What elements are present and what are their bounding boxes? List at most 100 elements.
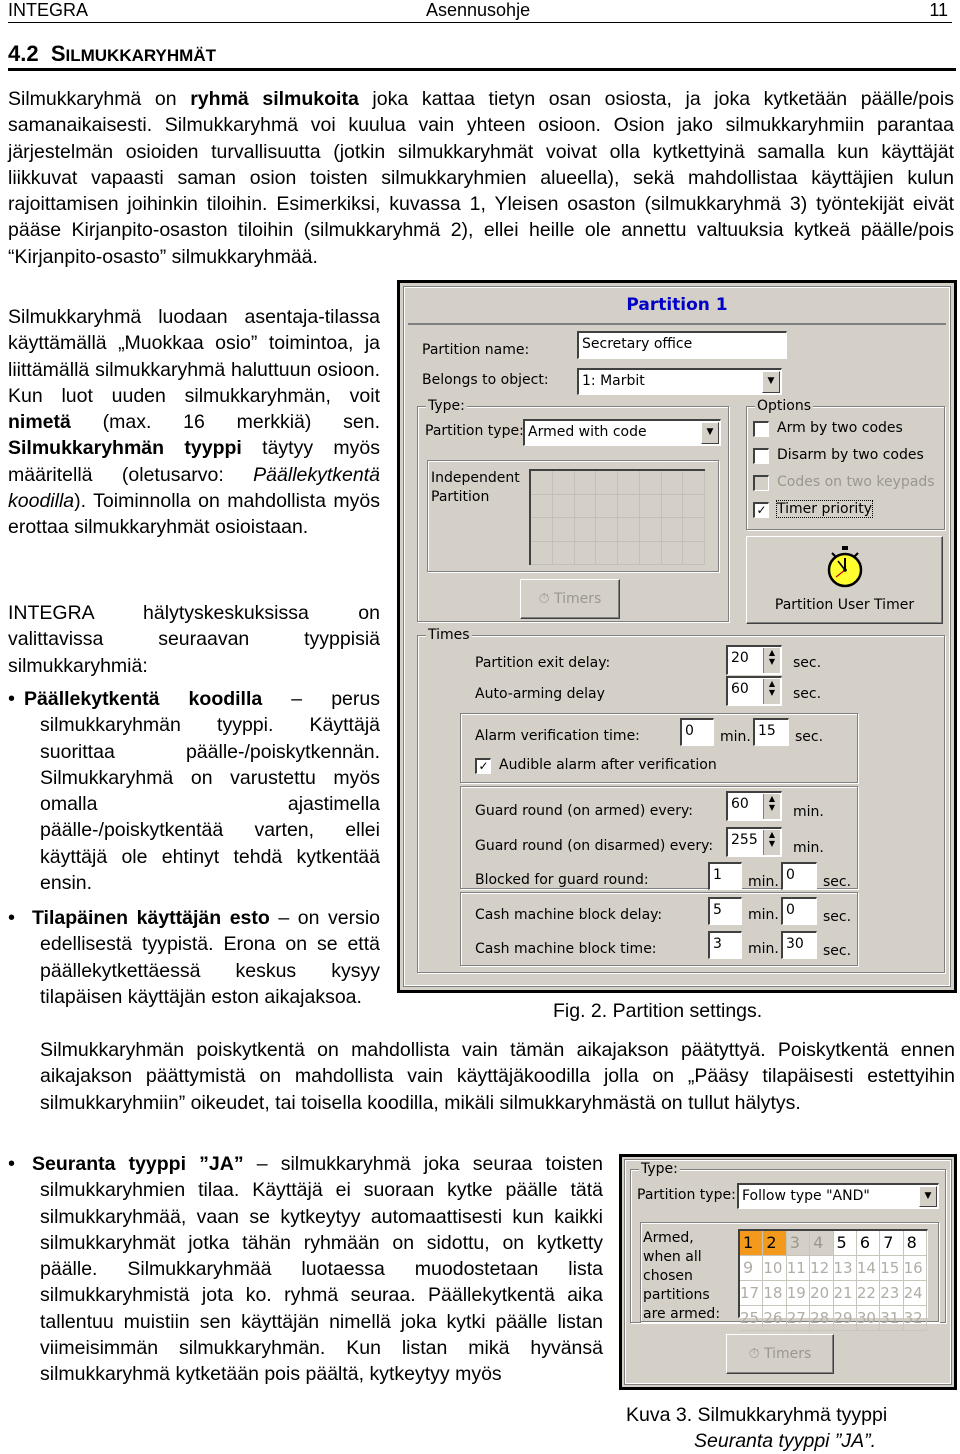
partition-cell-10[interactable]: 10	[763, 1256, 787, 1281]
follow-type-dialog: Type: Partition type: Follow type "AND" …	[619, 1154, 957, 1390]
select-value: Armed with code	[528, 424, 647, 440]
partition-cell-17[interactable]: 17	[740, 1281, 764, 1306]
alarm-verification-min-input[interactable]: 0	[680, 718, 714, 746]
partition-cell-1[interactable]: 1	[740, 1231, 764, 1256]
stopwatch-icon	[827, 546, 863, 588]
bullet-icon: •	[8, 907, 16, 929]
bullet-title: Seuranta tyyppi ”JA”	[32, 1153, 244, 1175]
partition-cell-13[interactable]: 13	[833, 1256, 857, 1281]
partition-cell-6[interactable]: 6	[856, 1231, 881, 1256]
cash-time-min-input[interactable]: 3	[708, 931, 742, 959]
button-label: Partition User Timer	[774, 597, 915, 613]
bold-text: nimetä	[8, 411, 71, 434]
section-title-rest: ILMUKKARYHMÄT	[65, 46, 216, 65]
belongs-to-object-select[interactable]: 1: Marbit ▼	[577, 368, 782, 395]
guard-disarmed-spinner[interactable]: 255 ▲ ▼	[726, 827, 782, 857]
partition-cell-28[interactable]: 28	[810, 1306, 834, 1331]
checkmark-icon[interactable]: ✓	[753, 502, 769, 518]
exit-delay-spinner[interactable]: 20 ▲ ▼	[726, 645, 782, 675]
type-group: Type: Partition type: Armed with code ▼ …	[417, 398, 729, 622]
guard-armed-label: Guard round (on armed) every:	[475, 803, 693, 819]
exit-delay-label: Partition exit delay:	[475, 655, 611, 671]
spin-arrows-icon[interactable]: ▲ ▼	[763, 830, 780, 855]
partition-cell-16[interactable]: 16	[903, 1256, 927, 1281]
partition-cell-31[interactable]: 31	[880, 1306, 904, 1331]
partition-cell-21[interactable]: 21	[833, 1281, 857, 1306]
partition-cell-3[interactable]: 3	[786, 1231, 811, 1256]
partition-cell-32[interactable]: 32	[903, 1306, 927, 1331]
section-title-first: S	[50, 41, 66, 66]
cash-delay-min-input[interactable]: 5	[708, 897, 742, 925]
partition-cell-26[interactable]: 26	[763, 1306, 787, 1331]
blocked-guard-label: Blocked for guard round:	[475, 872, 649, 888]
bullet-title: Päällekytkentä koodilla	[24, 688, 263, 710]
type-group-title: Type:	[639, 1161, 680, 1177]
blocked-guard-sec-input[interactable]: 0	[781, 862, 817, 890]
intro-paragraph: Silmukkaryhmä on ryhmä silmukoita joka k…	[8, 86, 954, 270]
auto-arming-label: Auto-arming delay	[475, 686, 605, 702]
cash-time-sec-input[interactable]: 30	[781, 931, 817, 959]
chevron-down-icon[interactable]: ▼	[701, 422, 719, 444]
partition-user-timer-button[interactable]: Partition User Timer	[746, 536, 943, 624]
partition-cell-24[interactable]: 24	[903, 1281, 927, 1306]
partition-cell-22[interactable]: 22	[856, 1281, 881, 1306]
guard-armed-spinner[interactable]: 60 ▲ ▼	[726, 791, 782, 821]
partition-cell-30[interactable]: 30	[856, 1306, 881, 1331]
bullet-continuation: Silmukkaryhmän poiskytkentä on mahdollis…	[40, 1039, 955, 1114]
page-header: INTEGRA Asennusohje 11	[8, 0, 952, 23]
partition-cell-7[interactable]: 7	[880, 1231, 904, 1256]
cash-delay-sec-input[interactable]: 0	[781, 897, 817, 925]
checkbox[interactable]	[753, 475, 769, 491]
partition-cell-23[interactable]: 23	[880, 1281, 904, 1306]
unit-label: min.	[748, 874, 779, 890]
partition-name-input[interactable]: Secretary office	[577, 331, 787, 359]
partition-cell-12[interactable]: 12	[810, 1256, 834, 1281]
guard-disarmed-label: Guard round (on disarmed) every:	[475, 838, 714, 854]
partition-type-select[interactable]: Follow type "AND" ▼	[737, 1183, 939, 1209]
partition-cell-27[interactable]: 27	[786, 1306, 811, 1331]
timers-button[interactable]: ⏱ Timers	[726, 1334, 834, 1374]
checkbox[interactable]	[753, 421, 769, 437]
partition-cell-8[interactable]: 8	[903, 1231, 927, 1256]
partition-grid-panel: Independent Partition	[427, 460, 719, 572]
unit-label: min.	[748, 907, 779, 923]
partition-cell-18[interactable]: 18	[763, 1281, 787, 1306]
timers-button[interactable]: ⏱ Timers	[520, 579, 620, 619]
partition-cell-25[interactable]: 25	[740, 1306, 764, 1331]
checkmark-icon[interactable]: ✓	[475, 758, 491, 774]
spin-arrows-icon[interactable]: ▲ ▼	[763, 794, 780, 819]
partition-cell-11[interactable]: 11	[786, 1256, 811, 1281]
unit-label: sec.	[823, 943, 852, 959]
partition-cell-19[interactable]: 19	[786, 1281, 811, 1306]
spin-arrows-icon[interactable]: ▲ ▼	[763, 679, 780, 704]
spin-arrows-icon[interactable]: ▲ ▼	[763, 648, 780, 673]
intro-text-c: joka kattaa tietyn osan osiosta, ja joka…	[8, 88, 955, 268]
auto-arming-spinner[interactable]: 60 ▲ ▼	[726, 676, 782, 706]
partition-cell-4[interactable]: 4	[810, 1231, 834, 1256]
partition-cell-15[interactable]: 15	[880, 1256, 904, 1281]
option-label: Arm by two codes	[777, 420, 903, 436]
partition-cell-5[interactable]: 5	[833, 1231, 857, 1256]
partition-cell-2[interactable]: 2	[763, 1231, 787, 1256]
chosen-partitions-panel: Armed, when all chosen partitions are ar…	[640, 1222, 939, 1331]
alarm-verification-sec-input[interactable]: 15	[753, 718, 789, 746]
unit-label: sec.	[823, 874, 852, 890]
times-group: Times Partition exit delay: 20 ▲ ▼ sec. A…	[417, 627, 945, 973]
option-label: Timer priority	[776, 500, 873, 518]
partition-cell-29[interactable]: 29	[833, 1306, 857, 1331]
select-value: 1: Marbit	[582, 373, 645, 389]
partition-cell-9[interactable]: 9	[740, 1256, 764, 1281]
bullet-text: – perus silmukkaryhmän tyyppi. Käyttäjä …	[40, 688, 380, 895]
guard-round-panel: Guard round (on armed) every: 60 ▲ ▼ min.…	[460, 786, 858, 890]
independent-partition-label: Independent Partition	[431, 470, 520, 505]
partition-cell-20[interactable]: 20	[810, 1281, 834, 1306]
partition-cell-14[interactable]: 14	[856, 1256, 881, 1281]
blocked-guard-min-input[interactable]: 1	[708, 862, 742, 890]
stopwatch-icon: ⏱	[538, 591, 550, 607]
chevron-down-icon[interactable]: ▼	[919, 1186, 937, 1207]
stopwatch-icon: ⏱	[748, 1346, 760, 1362]
partition-type-label: Partition type:	[637, 1187, 736, 1203]
partition-type-select[interactable]: Armed with code ▼	[523, 419, 721, 446]
checkbox[interactable]	[753, 448, 769, 464]
chevron-down-icon[interactable]: ▼	[762, 371, 780, 393]
